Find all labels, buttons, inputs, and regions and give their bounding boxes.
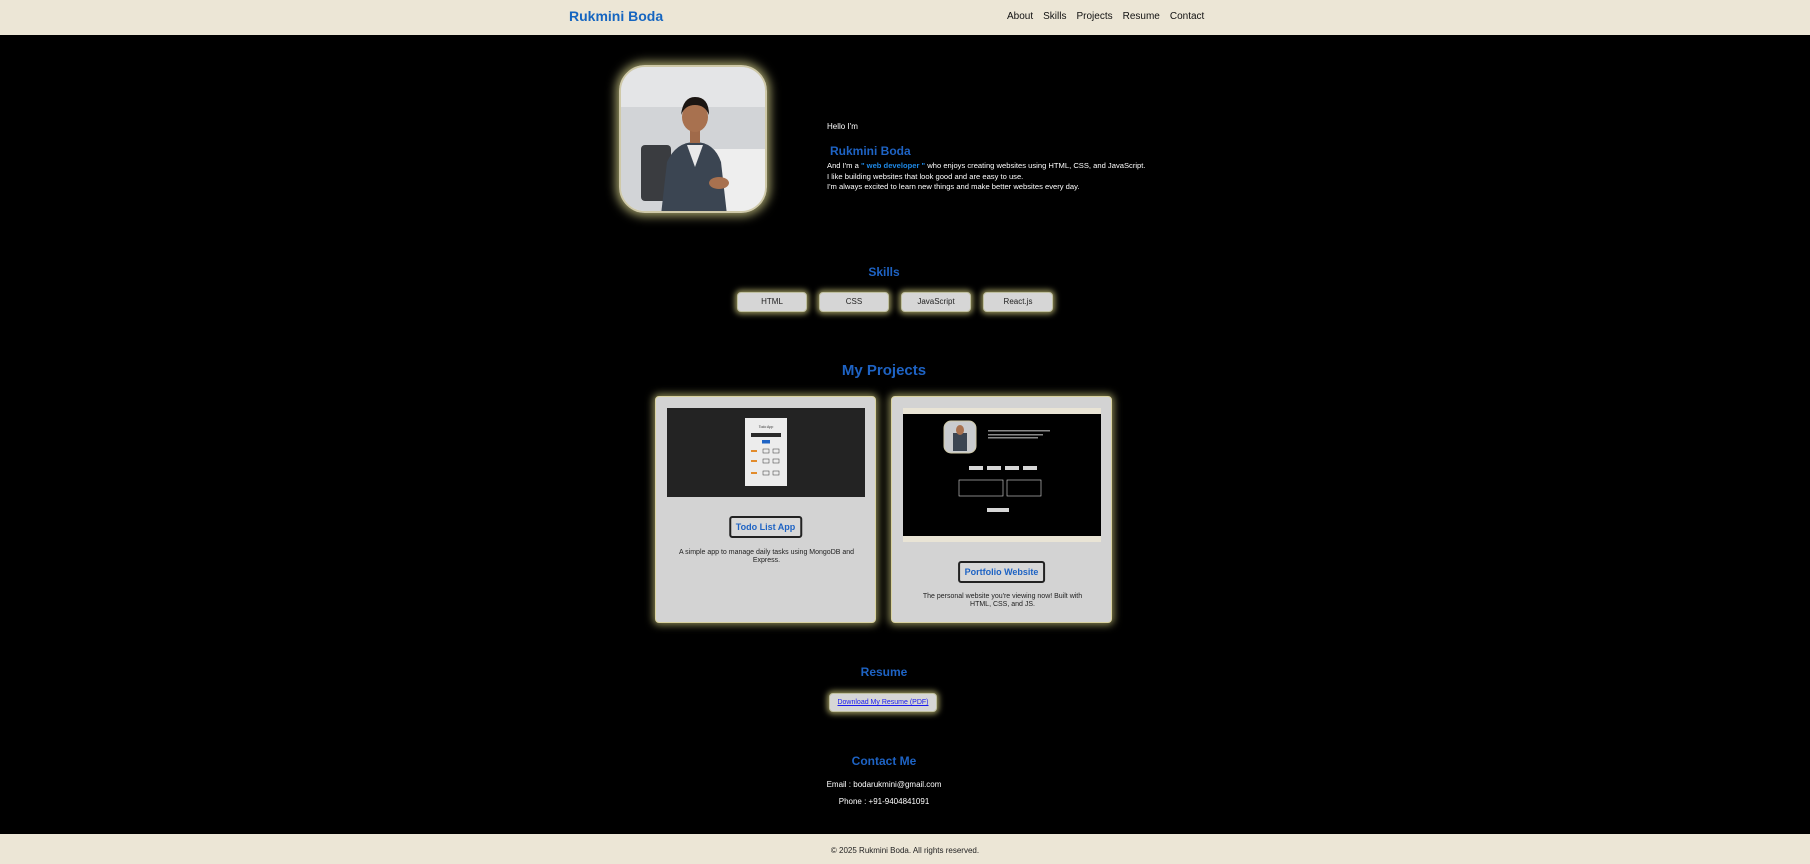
todo-app-preview: Todo App [745, 418, 787, 486]
hero-role: " web developer " [860, 161, 926, 170]
profile-illustration [621, 67, 765, 211]
nav-link-resume[interactable]: Resume [1123, 11, 1160, 22]
portfolio-project-description: The personal website you're viewing now!… [922, 593, 1083, 608]
nav-link-about[interactable]: About [1007, 11, 1033, 22]
skills-title: Skills [868, 265, 900, 279]
footer-copyright: © 2025 Rukmini Boda. All rights reserved… [830, 846, 980, 855]
todo-thumb-title: Todo App [759, 425, 774, 429]
hero-intro-line-2: I like building websites that look good … [827, 171, 1024, 181]
profile-photo [619, 65, 767, 213]
portfolio-project-title-button[interactable]: Portfolio Website [957, 561, 1046, 583]
hero-name: Rukmini Boda [830, 144, 911, 158]
projects-title: My Projects [841, 362, 927, 379]
todo-app-screenshot: Todo App [667, 408, 865, 497]
todo-project-description: A simple app to manage daily tasks using… [678, 549, 855, 564]
top-nav-bar: Rukmini Boda About Skills Projects Resum… [0, 0, 1810, 35]
download-resume-link[interactable]: Download My Resume (PDF) [829, 693, 937, 712]
site-brand[interactable]: Rukmini Boda [569, 8, 663, 24]
hero-intro-prefix: And I'm a [827, 161, 859, 170]
portfolio-screenshot [903, 408, 1101, 542]
skill-html: HTML [737, 292, 807, 312]
nav-link-contact[interactable]: Contact [1170, 11, 1204, 22]
contact-phone: Phone : +91-9404841091 [838, 797, 930, 806]
nav-link-projects[interactable]: Projects [1076, 11, 1112, 22]
nav-menu: About Skills Projects Resume Contact [1007, 11, 1204, 22]
hero-greeting: Hello I'm [827, 122, 858, 131]
hero-intro-line-1: And I'm a " web developer " who enjoys c… [827, 161, 1146, 172]
hero-intro-suffix: who enjoys creating websites using HTML,… [927, 161, 1146, 170]
skill-reactjs: React.js [983, 292, 1053, 312]
skill-css: CSS [819, 292, 889, 312]
skill-javascript: JavaScript [901, 292, 971, 312]
skills-list: HTML CSS JavaScript React.js [737, 292, 1053, 312]
footer: © 2025 Rukmini Boda. All rights reserved… [0, 834, 1810, 864]
project-card-todo: Todo App Todo List App A simple app to m… [655, 396, 876, 623]
hero-intro-line-3: I'm always excited to learn new things a… [827, 182, 1080, 191]
hero-intro: And I'm a " web developer " who enjoys c… [827, 161, 1146, 193]
resume-title: Resume [860, 665, 908, 679]
portfolio-preview [903, 408, 1101, 542]
contact-email: Email : bodarukmini@gmail.com [826, 780, 942, 789]
todo-project-title-button[interactable]: Todo List App [728, 516, 803, 538]
contact-title: Contact Me [851, 754, 917, 768]
project-card-portfolio: Portfolio Website The personal website y… [891, 396, 1112, 623]
nav-link-skills[interactable]: Skills [1043, 11, 1066, 22]
